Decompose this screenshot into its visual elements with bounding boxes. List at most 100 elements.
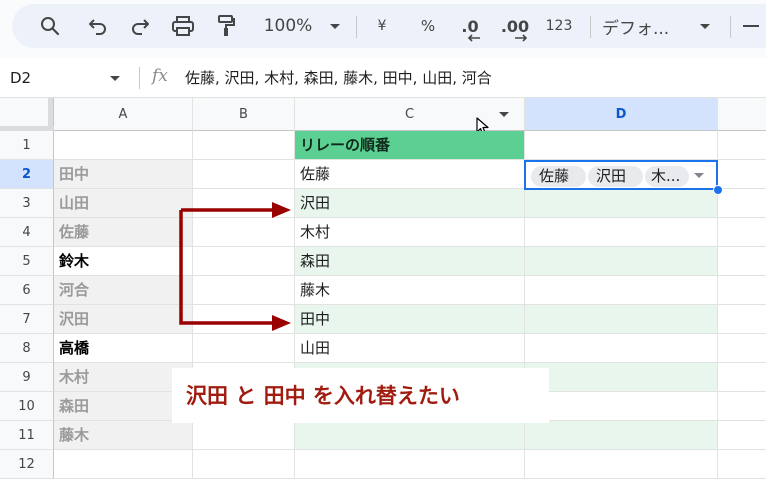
- row-header-2[interactable]: 2: [0, 160, 54, 189]
- cell-b7[interactable]: [193, 305, 295, 334]
- cell-a1[interactable]: [54, 131, 193, 160]
- cell-c1[interactable]: リレーの順番: [295, 131, 525, 160]
- cell-e9[interactable]: [718, 363, 766, 392]
- row-header-6[interactable]: 6: [0, 276, 54, 305]
- cell-b11[interactable]: [193, 421, 295, 450]
- decrease-font-size-icon[interactable]: [740, 4, 762, 48]
- cell-d6[interactable]: [525, 276, 718, 305]
- cell-c11[interactable]: [295, 421, 525, 450]
- column-header-a[interactable]: A: [54, 98, 193, 131]
- column-header-c[interactable]: C: [295, 98, 525, 131]
- row-header-12[interactable]: 12: [0, 450, 54, 479]
- row-header-5[interactable]: 5: [0, 247, 54, 276]
- cell-d2-dropdown-chips[interactable]: 佐藤 沢田 木...: [524, 160, 718, 190]
- decrease-decimal-button[interactable]: .0: [455, 4, 485, 48]
- cell-b1[interactable]: [193, 131, 295, 160]
- cell-e7[interactable]: [718, 305, 766, 334]
- cell-d1[interactable]: [525, 131, 718, 160]
- cell-e4[interactable]: [718, 218, 766, 247]
- cell-a6[interactable]: 河合: [54, 276, 193, 305]
- cell-c12[interactable]: [295, 450, 525, 479]
- fill-handle[interactable]: [713, 185, 723, 195]
- column-c-dropdown-icon[interactable]: [499, 112, 509, 117]
- cell-b12[interactable]: [193, 450, 295, 479]
- cell-c6[interactable]: 藤木: [295, 276, 525, 305]
- currency-format-button[interactable]: ¥: [372, 4, 392, 48]
- cell-d8[interactable]: [525, 334, 718, 363]
- cell-e6[interactable]: [718, 276, 766, 305]
- font-family-select[interactable]: デフォ...: [602, 4, 694, 48]
- cell-a5[interactable]: 鈴木: [54, 247, 193, 276]
- cell-b6[interactable]: [193, 276, 295, 305]
- decrease-decimal-label: .0: [461, 16, 479, 36]
- row-header-1[interactable]: 1: [0, 131, 54, 160]
- formula-input[interactable]: 佐藤, 沢田, 木村, 森田, 藤木, 田中, 山田, 河合: [185, 58, 492, 98]
- cell-e12[interactable]: [718, 450, 766, 479]
- column-header-b[interactable]: B: [193, 98, 295, 131]
- print-icon[interactable]: [168, 4, 198, 48]
- cell-c4[interactable]: 木村: [295, 218, 525, 247]
- font-caret-icon[interactable]: [698, 4, 712, 48]
- cell-c5[interactable]: 森田: [295, 247, 525, 276]
- cell-d7[interactable]: [525, 305, 718, 334]
- column-header-e[interactable]: [718, 98, 766, 131]
- search-icon[interactable]: [36, 4, 64, 48]
- paint-format-icon[interactable]: [212, 4, 240, 48]
- cell-c3[interactable]: 沢田: [295, 189, 525, 218]
- row-header-9[interactable]: 9: [0, 363, 54, 392]
- cell-e10[interactable]: [718, 392, 766, 421]
- cell-d5[interactable]: [525, 247, 718, 276]
- chip-3[interactable]: 木...: [645, 166, 689, 187]
- cell-e1[interactable]: [718, 131, 766, 160]
- formula-bar-divider: [139, 67, 140, 89]
- cell-d11[interactable]: [525, 421, 718, 450]
- redo-icon[interactable]: [126, 4, 154, 48]
- chip-2[interactable]: 沢田: [588, 166, 643, 187]
- cell-e11[interactable]: [718, 421, 766, 450]
- row-header-7[interactable]: 7: [0, 305, 54, 334]
- zoom-caret-icon[interactable]: [328, 4, 342, 48]
- undo-icon[interactable]: [84, 4, 112, 48]
- row-header-10[interactable]: 10: [0, 392, 54, 421]
- cell-c2[interactable]: 佐藤: [295, 160, 525, 189]
- chip-1[interactable]: 佐藤: [531, 166, 586, 187]
- column-header-d[interactable]: D: [525, 98, 718, 131]
- toolbar-divider: [356, 16, 357, 38]
- toolbar-divider: [730, 16, 731, 38]
- cell-b5[interactable]: [193, 247, 295, 276]
- cell-c8[interactable]: 山田: [295, 334, 525, 363]
- cell-a7[interactable]: 沢田: [54, 305, 193, 334]
- annotation-callout: 沢田 と 田中 を入れ替えたい: [172, 368, 549, 423]
- name-box-caret-icon[interactable]: [110, 76, 120, 81]
- cell-c7[interactable]: 田中: [295, 305, 525, 334]
- row-header-4[interactable]: 4: [0, 218, 54, 247]
- cell-a3[interactable]: 山田: [54, 189, 193, 218]
- percent-format-button[interactable]: %: [416, 4, 440, 48]
- cell-b2[interactable]: [193, 160, 295, 189]
- cell-d12[interactable]: [525, 450, 718, 479]
- cell-b4[interactable]: [193, 218, 295, 247]
- cell-b8[interactable]: [193, 334, 295, 363]
- dropdown-chevron-icon[interactable]: [694, 173, 704, 178]
- cell-e8[interactable]: [718, 334, 766, 363]
- cell-a8[interactable]: 高橋: [54, 334, 193, 363]
- zoom-select[interactable]: 100%: [256, 4, 320, 48]
- cell-b3[interactable]: [193, 189, 295, 218]
- cell-d3[interactable]: [525, 189, 718, 218]
- cell-a4[interactable]: 佐藤: [54, 218, 193, 247]
- increase-decimal-button[interactable]: .00: [498, 4, 532, 48]
- row-header-3[interactable]: 3: [0, 189, 54, 218]
- cell-a11[interactable]: 藤木: [54, 421, 193, 450]
- cell-e3[interactable]: [718, 189, 766, 218]
- row-header-11[interactable]: 11: [0, 421, 54, 450]
- row-header-8[interactable]: 8: [0, 334, 54, 363]
- cell-e2[interactable]: [718, 160, 766, 189]
- cell-a12[interactable]: [54, 450, 193, 479]
- name-box[interactable]: D2: [10, 58, 31, 98]
- number-format-button[interactable]: 123: [542, 4, 576, 48]
- cell-d10[interactable]: [525, 392, 718, 421]
- cell-d4[interactable]: [525, 218, 718, 247]
- cell-a2[interactable]: 田中: [54, 160, 193, 189]
- cell-e5[interactable]: [718, 247, 766, 276]
- cell-d9[interactable]: [525, 363, 718, 392]
